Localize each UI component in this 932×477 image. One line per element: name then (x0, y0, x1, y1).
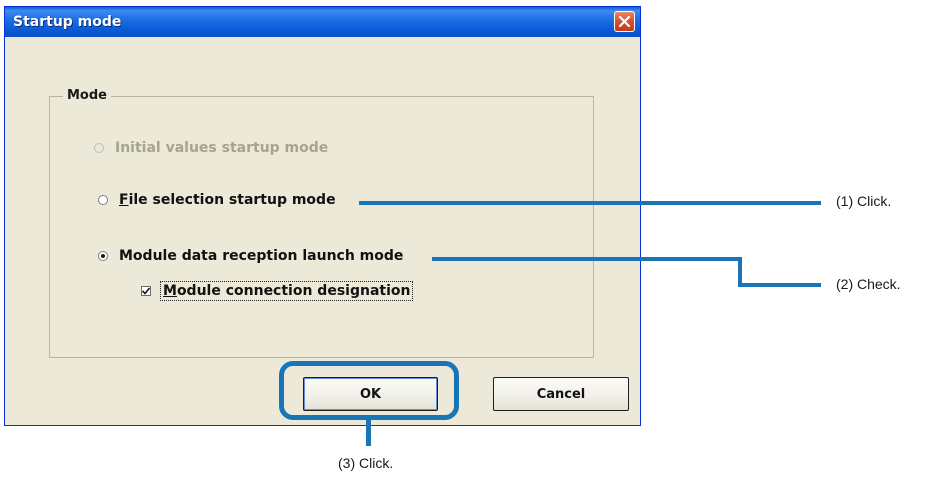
title-bar[interactable]: Startup mode (5, 7, 640, 37)
annotation-step2: (2) Check. (836, 276, 901, 292)
dialog-title: Startup mode (13, 14, 122, 30)
radio-file-selection-startup-mode[interactable]: File selection startup mode (98, 192, 336, 208)
radio-button-selected (98, 251, 108, 261)
checkbox-label-rest: odule connection designation (176, 283, 411, 299)
radio-label-rest: ile selection startup mode (128, 192, 336, 208)
accelerator-key: M (163, 283, 177, 299)
checkbox-module-connection-designation[interactable]: Module connection designation (141, 281, 414, 301)
radio-initial-values-startup-mode[interactable]: Initial values startup mode (94, 140, 328, 156)
checkbox-label: Module connection designation (159, 281, 414, 301)
radio-button (94, 143, 104, 153)
close-icon (619, 16, 630, 27)
radio-module-data-reception-launch-mode[interactable]: Module data reception launch mode (98, 248, 403, 264)
checkmark-icon (141, 287, 151, 295)
cancel-button[interactable]: Cancel (493, 377, 629, 411)
radio-label: Initial values startup mode (115, 140, 329, 156)
radio-label: File selection startup mode (119, 192, 336, 208)
callout-line-step2-a (432, 257, 742, 261)
mode-groupbox (49, 96, 594, 358)
callout-line-step3 (366, 420, 371, 446)
annotation-step3: (3) Click. (338, 455, 394, 471)
radio-button (98, 195, 108, 205)
callout-line-step1 (359, 201, 821, 205)
callout-line-step2-c (738, 283, 821, 287)
radio-label: Module data reception launch mode (119, 248, 404, 264)
checkbox (141, 286, 151, 296)
close-button[interactable] (614, 11, 635, 32)
ok-button-highlight (279, 361, 459, 420)
mode-group-label: Mode (63, 88, 111, 103)
annotation-step1: (1) Click. (836, 193, 892, 209)
accelerator-key: F (119, 192, 129, 208)
